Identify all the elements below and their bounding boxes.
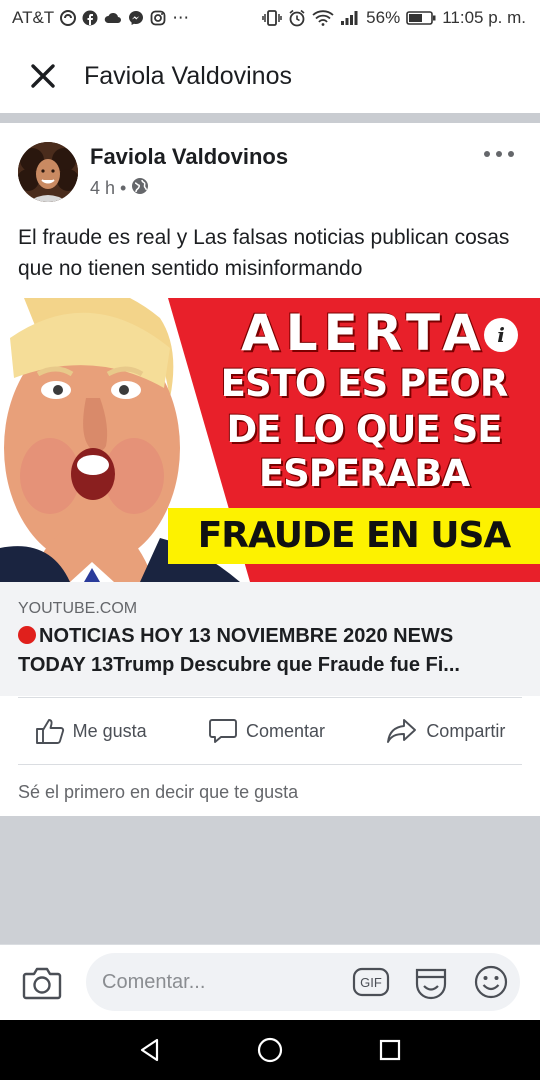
emoji-icon[interactable] xyxy=(472,965,510,999)
image-headline-alerta: ALERTA xyxy=(241,304,487,362)
comment-bar: GIF xyxy=(0,944,540,1020)
comment-input[interactable] xyxy=(86,953,520,1011)
system-nav-bar xyxy=(0,1020,540,1080)
avatar[interactable] xyxy=(18,142,78,202)
post-author[interactable]: Faviola Valdovinos xyxy=(90,144,288,170)
comment-bubble-icon xyxy=(209,719,237,743)
clock: 11:05 p. m. xyxy=(442,8,526,27)
carrier-label: AT&T xyxy=(12,8,55,27)
gif-icon[interactable]: GIF xyxy=(352,965,390,999)
app-notification-icon xyxy=(60,10,77,26)
gif-label: GIF xyxy=(360,975,382,990)
link-preview-meta[interactable]: YOUTUBE.COM NOTICIAS HOY 13 NOVIEMBRE 20… xyxy=(0,582,540,696)
like-label: Me gusta xyxy=(72,720,147,741)
info-icon[interactable]: i xyxy=(484,318,518,352)
page-title: Faviola Valdovinos xyxy=(84,61,292,90)
cloud-icon xyxy=(104,11,122,25)
like-button[interactable]: Me gusta xyxy=(35,717,147,745)
facebook-icon xyxy=(82,10,98,26)
more-notifications-icon: ⋯ xyxy=(172,8,190,27)
thumbs-up-icon xyxy=(35,719,64,744)
wifi-icon xyxy=(312,10,334,26)
post-meta: 4 h • xyxy=(90,177,149,200)
instagram-icon xyxy=(150,10,166,26)
divider xyxy=(18,697,522,698)
meta-dot: • xyxy=(120,178,127,198)
share-arrow-icon xyxy=(387,719,417,743)
back-icon[interactable] xyxy=(130,1030,170,1070)
share-label: Compartir xyxy=(426,720,506,741)
comment-button[interactable]: Comentar xyxy=(208,717,325,745)
post-header: Faviola Valdovinos 4 h • xyxy=(0,130,540,210)
link-title-line1: NOTICIAS HOY 13 NOVIEMBRE 2020 NEWS xyxy=(39,625,454,647)
top-bar: Faviola Valdovinos xyxy=(0,40,540,112)
image-band-text: FRAUDE EN USA xyxy=(197,515,512,556)
red-circle-icon xyxy=(18,626,36,644)
globe-icon xyxy=(131,177,149,200)
recents-icon[interactable] xyxy=(370,1030,410,1070)
post-text: El fraude es real y Las falsas noticias … xyxy=(18,226,510,280)
sticker-icon[interactable] xyxy=(412,965,450,1000)
link-title-line2: TODAY 13Trump Descubre que Fraude fue Fi… xyxy=(18,654,460,676)
battery-icon xyxy=(406,11,436,25)
share-button[interactable]: Compartir xyxy=(386,717,505,745)
home-icon[interactable] xyxy=(250,1030,290,1070)
signal-icon xyxy=(340,10,360,26)
divider xyxy=(18,764,522,765)
comment-label: Comentar xyxy=(245,720,326,741)
close-icon[interactable] xyxy=(28,61,58,91)
camera-icon[interactable] xyxy=(22,965,62,1001)
image-headline-line4: ESPERABA xyxy=(258,452,470,495)
status-bar: AT&T ⋯ 56% 11:05 p. m. xyxy=(0,0,540,36)
messenger-icon xyxy=(128,10,144,26)
image-headline-line3: DE LO QUE SE xyxy=(226,408,502,451)
image-headline-line2: ESTO ES PEOR xyxy=(220,362,509,405)
more-options-icon[interactable] xyxy=(484,148,514,160)
vibrate-icon xyxy=(262,10,282,26)
post-actions: Me gusta Comentar Compartir xyxy=(0,700,540,762)
post-time[interactable]: 4 h xyxy=(90,178,115,199)
battery-percent: 56% xyxy=(366,8,401,27)
first-like-text: Sé el primero en decir que te gusta xyxy=(18,782,299,802)
alarm-icon xyxy=(288,9,306,27)
section-divider xyxy=(0,113,540,123)
link-title: NOTICIAS HOY 13 NOVIEMBRE 2020 NEWS TODA… xyxy=(18,622,523,680)
link-domain: YOUTUBE.COM xyxy=(18,600,138,617)
feed-background xyxy=(0,816,540,944)
